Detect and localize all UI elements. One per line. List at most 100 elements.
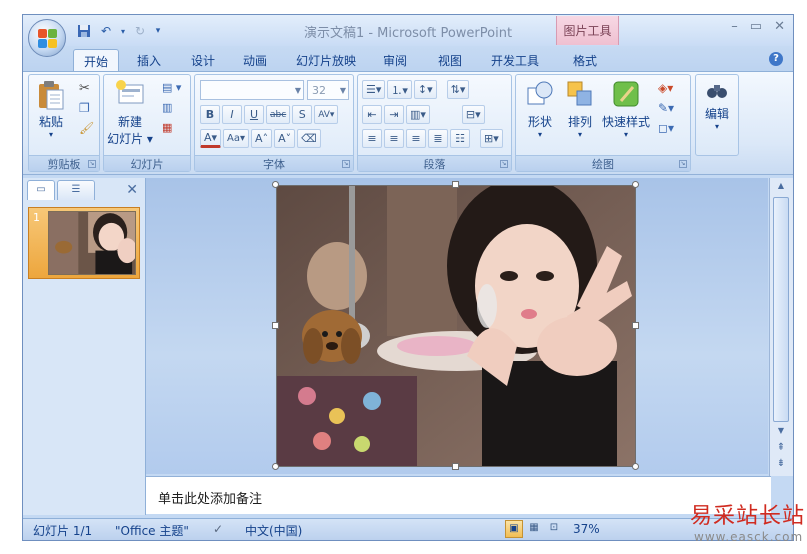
reset-slide-icon[interactable]: ▥ xyxy=(162,101,172,114)
slide-thumbnail[interactable]: 1 xyxy=(28,207,140,279)
next-slide-icon[interactable]: ⇟ xyxy=(770,458,792,469)
shape-fill-icon[interactable]: ◈▾ xyxy=(658,81,673,95)
paste-button[interactable]: 粘贴 ▾ xyxy=(33,79,69,139)
grow-font-button[interactable]: A˄ xyxy=(251,129,273,148)
cut-icon[interactable]: ✂ xyxy=(79,81,90,96)
change-case-button[interactable]: Aa▾ xyxy=(223,129,250,148)
resize-handle-right[interactable] xyxy=(632,322,639,329)
new-slide-button[interactable]: 新建 幻灯片 ▾ xyxy=(106,79,154,147)
justify-icon[interactable]: ≣ xyxy=(428,129,448,148)
resize-handle-left[interactable] xyxy=(272,322,279,329)
resize-handle-bottom-right[interactable] xyxy=(632,463,639,470)
line-spacing-icon[interactable]: ↕▾ xyxy=(413,80,437,99)
distribute-icon[interactable]: ☷ xyxy=(450,129,470,148)
shapes-dropdown-icon: ▾ xyxy=(537,130,542,139)
slide-sorter-view-icon[interactable]: ▦ xyxy=(525,520,543,538)
quick-styles-button[interactable]: 快速样式 ▾ xyxy=(600,79,652,139)
drawing-group: 形状 ▾ 排列 ▾ 快速样式 ▾ ◈▾ ✎▾ ◻▾ 绘图 ↘ xyxy=(515,74,691,172)
slides-tab-icon[interactable]: ▭ xyxy=(27,180,55,200)
slide-editing-area[interactable] xyxy=(146,178,768,474)
resize-handle-bottom[interactable] xyxy=(452,463,459,470)
paragraph-launcher-icon[interactable]: ↘ xyxy=(500,160,508,168)
close-button[interactable]: ✕ xyxy=(774,19,785,34)
font-size-combo[interactable]: 32 ▼ xyxy=(307,80,349,100)
shadow-button[interactable]: S xyxy=(292,105,313,124)
copy-icon[interactable]: ❐ xyxy=(79,101,90,115)
slides-panel: ▭ ☰ ✕ 1 xyxy=(23,178,146,515)
numbering-icon[interactable]: ⒈▾ xyxy=(387,80,412,99)
font-name-combo[interactable]: ▼ xyxy=(200,80,304,100)
delete-slide-icon[interactable]: ▦ xyxy=(162,121,172,134)
underline-button[interactable]: U xyxy=(244,105,264,124)
normal-view-icon[interactable]: ▣ xyxy=(505,520,523,538)
slide-picture[interactable] xyxy=(276,185,636,467)
vertical-scrollbar[interactable]: ▲ ▼ ⇞ ⇟ xyxy=(769,178,793,476)
outline-tab-icon[interactable]: ☰ xyxy=(57,180,95,200)
view-buttons: ▣ ▦ ⊡ xyxy=(505,520,567,539)
text-direction-icon[interactable]: ⇅▾ xyxy=(446,80,470,99)
bold-button[interactable]: B xyxy=(200,105,220,124)
tab-animations[interactable]: 动画 xyxy=(233,49,277,72)
layout-icon[interactable]: ▤ ▾ xyxy=(162,81,181,94)
resize-handle-bottom-left[interactable] xyxy=(272,463,279,470)
shape-outline-icon[interactable]: ✎▾ xyxy=(658,101,674,115)
help-icon[interactable]: ? xyxy=(769,52,783,66)
clipboard-launcher-icon[interactable]: ↘ xyxy=(88,160,96,168)
slide-thumbnail-image xyxy=(48,211,136,275)
tab-view[interactable]: 视图 xyxy=(428,49,472,72)
slideshow-view-icon[interactable]: ⊡ xyxy=(545,520,563,538)
shape-effects-icon[interactable]: ◻▾ xyxy=(658,121,674,135)
status-bar: 幻灯片 1/1 "Office 主题" ✓ 中文(中国) ▣ ▦ ⊡ 37% xyxy=(23,518,793,540)
tab-format[interactable]: 格式 xyxy=(563,49,607,72)
italic-button[interactable]: I xyxy=(222,105,242,124)
font-launcher-icon[interactable]: ↘ xyxy=(342,160,350,168)
window-title: 演示文稿1 - Microsoft PowerPoint xyxy=(303,26,513,41)
resize-handle-top-right[interactable] xyxy=(632,181,639,188)
quick-styles-dropdown-icon: ▾ xyxy=(623,130,628,139)
tab-insert[interactable]: 插入 xyxy=(127,49,171,72)
font-color-button[interactable]: A▾ xyxy=(200,129,222,148)
drawing-launcher-icon[interactable]: ↘ xyxy=(679,160,687,168)
drawing-group-label: 绘图 xyxy=(516,155,690,171)
shrink-font-button[interactable]: A˅ xyxy=(274,129,296,148)
previous-slide-icon[interactable]: ⇞ xyxy=(770,442,792,453)
align-right-icon[interactable]: ≡ xyxy=(406,129,426,148)
tab-home[interactable]: 开始 xyxy=(73,49,119,72)
clear-formatting-icon[interactable]: ⌫ xyxy=(297,129,321,148)
align-left-icon[interactable]: ≡ xyxy=(362,129,382,148)
increase-indent-icon[interactable]: ⇥ xyxy=(384,105,404,124)
align-center-icon[interactable]: ≡ xyxy=(384,129,404,148)
scroll-thumb[interactable] xyxy=(773,197,789,422)
font-group: ▼ 32 ▼ B I U abc S AV▾ A▾ Aa▾ A˄ A˅ ⌫ 字体 xyxy=(194,74,354,172)
char-spacing-button[interactable]: AV▾ xyxy=(314,105,339,124)
notes-pane[interactable]: 单击此处添加备注 xyxy=(146,476,771,514)
resize-handle-top-left[interactable] xyxy=(272,181,279,188)
arrange-button[interactable]: 排列 ▾ xyxy=(562,79,598,139)
strikethrough-button[interactable]: abc xyxy=(266,105,291,124)
columns-icon[interactable]: ▥▾ xyxy=(406,105,430,124)
status-language[interactable]: 中文(中国) xyxy=(245,522,302,539)
tab-design[interactable]: 设计 xyxy=(181,49,225,72)
resize-handle-top[interactable] xyxy=(452,181,459,188)
maximize-button[interactable]: ▭ xyxy=(750,19,762,34)
status-zoom[interactable]: 37% xyxy=(573,522,600,536)
tab-slideshow[interactable]: 幻灯片放映 xyxy=(291,49,361,72)
bullets-icon[interactable]: ☰▾ xyxy=(362,80,386,99)
shapes-button[interactable]: 形状 ▾ xyxy=(520,79,560,139)
scroll-up-icon[interactable]: ▲ xyxy=(770,181,792,190)
spell-check-icon[interactable]: ✓ xyxy=(213,522,223,536)
tab-developer[interactable]: 开发工具 xyxy=(485,49,545,72)
align-text-icon[interactable]: ⊟▾ xyxy=(461,105,485,124)
smartart-icon[interactable]: ⊞▾ xyxy=(480,129,503,148)
decrease-indent-icon[interactable]: ⇤ xyxy=(362,105,382,124)
scroll-down-icon[interactable]: ▼ xyxy=(770,426,792,435)
ribbon-tabs: 开始 插入 设计 动画 幻灯片放映 审阅 视图 开发工具 格式 xyxy=(23,46,793,72)
tab-review[interactable]: 审阅 xyxy=(373,49,417,72)
panel-close-icon[interactable]: ✕ xyxy=(126,182,138,198)
editing-button[interactable]: 编辑 ▾ xyxy=(698,79,736,131)
office-button[interactable] xyxy=(28,19,66,57)
status-theme[interactable]: "Office 主题" xyxy=(115,522,189,539)
minimize-button[interactable]: – xyxy=(731,19,738,34)
paragraph-group: ☰▾ ⒈▾ ↕▾ ⇅▾ ⇤ ⇥ ▥▾ ⊟▾ ≡ ≡ ≡ ≣ ☷ ⊞▾ 段落 ↘ xyxy=(357,74,512,172)
format-painter-icon[interactable]: 🖌 xyxy=(79,121,94,135)
